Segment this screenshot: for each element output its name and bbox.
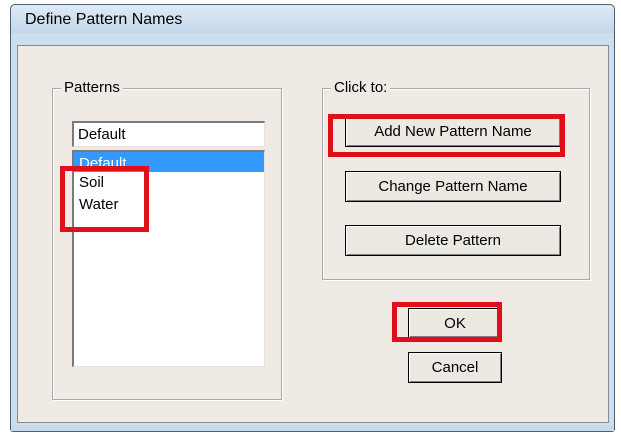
cancel-button[interactable]: Cancel	[408, 352, 502, 383]
delete-pattern-button[interactable]: Delete Pattern	[345, 225, 561, 256]
add-new-pattern-name-button[interactable]: Add New Pattern Name	[345, 116, 561, 147]
list-item-default[interactable]: Default	[74, 152, 264, 172]
patterns-groupbox: Patterns Default Soil Water	[52, 79, 282, 400]
dialog-window: Define Pattern Names Patterns Default So…	[10, 4, 615, 432]
pattern-name-input[interactable]	[72, 121, 265, 147]
patterns-group-label: Patterns	[61, 79, 123, 96]
actions-group-label: Click to:	[331, 79, 391, 96]
ok-button[interactable]: OK	[408, 308, 502, 338]
dialog-client-area: Patterns Default Soil Water Click to: Ad…	[17, 45, 609, 423]
list-item-soil[interactable]: Soil	[74, 172, 264, 194]
actions-groupbox: Click to: Add New Pattern Name Change Pa…	[322, 79, 590, 280]
title-bar[interactable]: Define Pattern Names	[11, 5, 614, 33]
change-pattern-name-button[interactable]: Change Pattern Name	[345, 171, 561, 202]
list-item-water[interactable]: Water	[74, 194, 264, 216]
pattern-list[interactable]: Default Soil Water	[72, 150, 265, 367]
window-bottom-frame	[11, 425, 614, 431]
window-title: Define Pattern Names	[25, 11, 183, 28]
